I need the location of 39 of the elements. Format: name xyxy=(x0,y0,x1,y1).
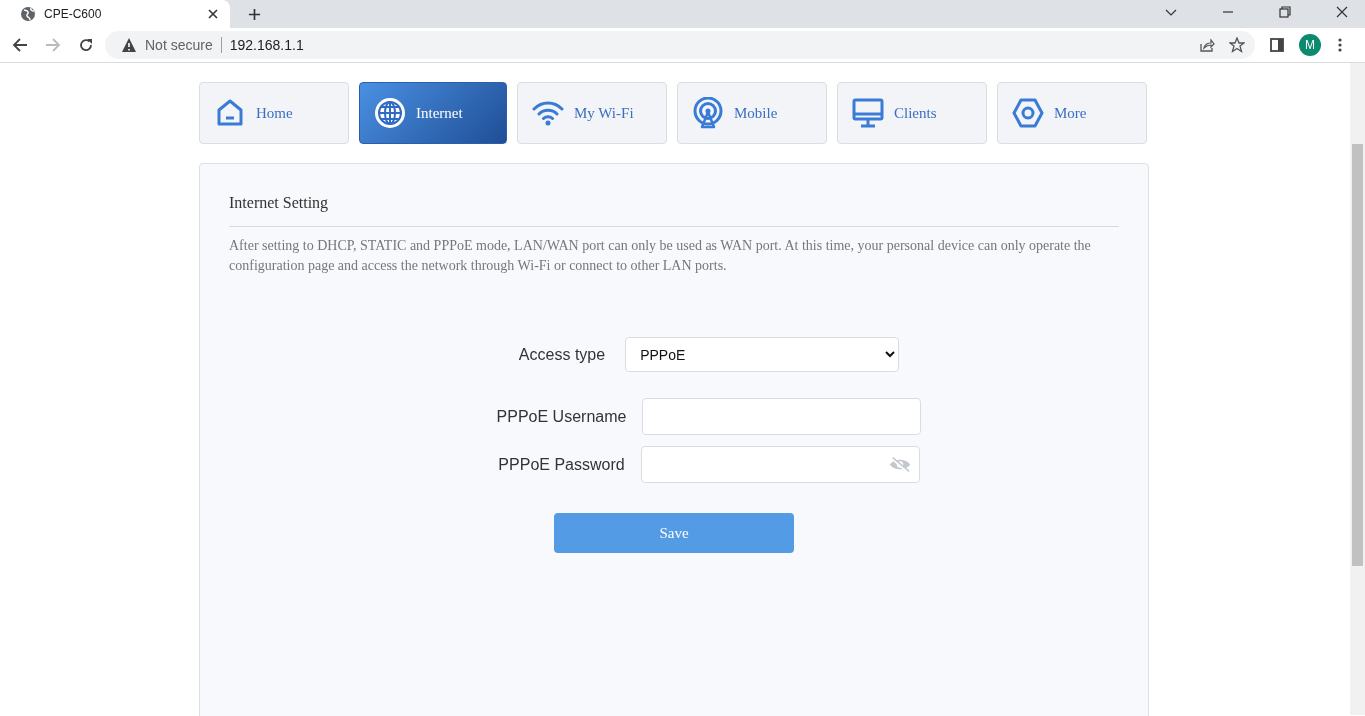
address-bar[interactable]: Not secure 192.168.1.1 xyxy=(105,31,1255,59)
nav-tab[interactable]: More xyxy=(997,82,1147,144)
close-icon[interactable] xyxy=(1336,6,1348,18)
side-panel-icon[interactable] xyxy=(1269,37,1285,53)
tab-title: CPE-C600 xyxy=(44,7,103,21)
globe-icon xyxy=(374,97,406,129)
section-title: Internet Setting xyxy=(229,194,1119,227)
description-text: After setting to DHCP, STATIC and PPPoE mode, LAN/WAN port can only be used as WAN port. At this time, your personal device can only operate the configuration page and access the network through Wi-Fi or connect to other LAN ports. xyxy=(229,237,1092,275)
nav-tab[interactable]: Home xyxy=(199,82,349,144)
monitor-icon xyxy=(852,97,884,129)
back-arrow-icon[interactable] xyxy=(12,37,28,53)
save-button[interactable]: Save xyxy=(554,513,794,553)
hexagon-icon xyxy=(1012,97,1044,129)
scrollbar[interactable] xyxy=(1350,63,1365,715)
nav-tab[interactable]: Mobile xyxy=(677,82,827,144)
globe-icon xyxy=(20,6,36,22)
new-tab-icon[interactable] xyxy=(248,7,261,21)
warning-icon xyxy=(121,37,137,53)
menu-icon[interactable] xyxy=(1338,37,1342,53)
access-type-dropdown[interactable]: PPPoE xyxy=(625,337,900,372)
field-label: PPPoE Username xyxy=(496,407,627,426)
star-icon[interactable] xyxy=(1229,37,1245,53)
field-label: Access type xyxy=(518,345,606,364)
nav-tab[interactable]: Internet xyxy=(359,82,507,144)
nav-tab[interactable]: Clients xyxy=(837,82,987,144)
browser-tab[interactable]: CPE-C600 xyxy=(0,0,230,28)
username-field[interactable] xyxy=(642,398,922,435)
close-icon[interactable] xyxy=(208,9,218,19)
reload-icon[interactable] xyxy=(78,37,94,53)
password-field[interactable] xyxy=(640,446,920,483)
field-label: PPPoE Password xyxy=(498,455,625,474)
nav-tab[interactable]: My Wi-Fi xyxy=(517,82,667,144)
restore-icon[interactable] xyxy=(1279,6,1291,18)
share-icon[interactable] xyxy=(1199,37,1215,53)
scrollbar-thumb[interactable] xyxy=(1352,144,1363,566)
security-label: Not secure xyxy=(145,37,222,53)
url-text: 192.168.1.1 xyxy=(229,37,304,53)
profile-avatar[interactable]: M xyxy=(1299,34,1321,56)
antenna-icon xyxy=(692,97,724,129)
